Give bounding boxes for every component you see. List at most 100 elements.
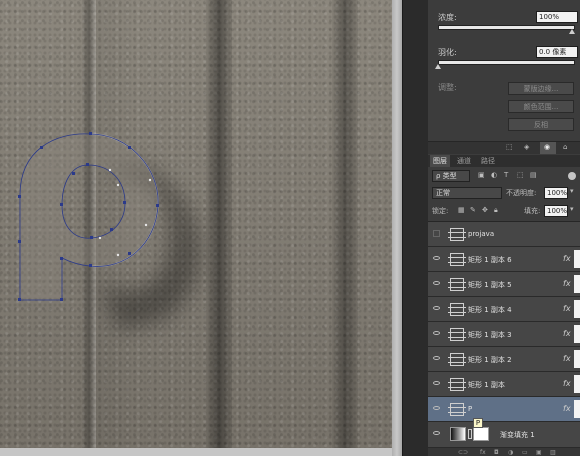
eye-icon[interactable]: [433, 406, 440, 410]
layer-row[interactable]: 矩形 1 副本 3 fx: [428, 322, 580, 347]
color-range-button[interactable]: 颜色范围...: [508, 100, 574, 113]
pixel-filter-icon[interactable]: ▣: [478, 171, 485, 179]
shape-layer-thumbnail: [448, 328, 466, 341]
eye-icon[interactable]: [433, 331, 440, 335]
collapsed-panel-strip[interactable]: [402, 0, 429, 456]
filter-toggle-icon[interactable]: [568, 172, 576, 180]
shape-layer-thumbnail: [448, 228, 466, 241]
visibility-off-icon[interactable]: [433, 230, 440, 237]
adjustment-layer-icon[interactable]: ◑: [508, 449, 513, 456]
mask-thumbnail[interactable]: [473, 427, 489, 441]
fx-icon[interactable]: fx: [563, 354, 571, 363]
density-label: 浓度:: [438, 13, 457, 22]
feather-slider[interactable]: [438, 60, 575, 65]
eye-icon[interactable]: [433, 356, 440, 360]
layer-name: 渐变填充 1: [500, 431, 535, 439]
density-field[interactable]: 100%: [536, 11, 578, 23]
shape-filter-icon[interactable]: ⬚: [517, 171, 524, 179]
letter-p-artwork: [18, 132, 199, 330]
layer-name: 矩形 1 副本 5: [468, 281, 512, 289]
eye-icon[interactable]: [433, 306, 440, 310]
layer-row[interactable]: 矩形 1 副本 5 fx: [428, 272, 580, 297]
trash-icon[interactable]: ▥: [550, 449, 556, 456]
eye-icon[interactable]: [433, 256, 440, 260]
fx-icon[interactable]: fx: [563, 279, 571, 288]
layer-row[interactable]: 矩形 1 副本 2 fx: [428, 347, 580, 372]
layer-row[interactable]: 矩形 1 副本 fx: [428, 372, 580, 397]
adjustment-filter-icon[interactable]: ◐: [491, 171, 497, 179]
apply-mask-icon[interactable]: ◈: [524, 143, 529, 151]
layer-row-projava[interactable]: projava: [428, 222, 580, 247]
shape-layer-thumbnail: [448, 378, 466, 391]
opacity-label: 不透明度:: [506, 189, 537, 197]
layers-panel-tabs: 图层 通道 路径: [428, 155, 580, 167]
density-slider[interactable]: [438, 25, 575, 30]
visibility-toggle-icon[interactable]: ◉: [540, 142, 556, 154]
fx-icon[interactable]: fx: [563, 379, 571, 388]
shape-layer-thumbnail: [448, 253, 466, 266]
expand-effects-icon[interactable]: [574, 325, 580, 343]
eye-icon[interactable]: [433, 431, 440, 435]
blend-mode-select[interactable]: 正常: [432, 187, 502, 199]
eye-icon[interactable]: [433, 281, 440, 285]
expand-effects-icon[interactable]: [574, 400, 580, 418]
new-group-icon[interactable]: ▭: [522, 449, 528, 456]
fill-field[interactable]: 100%: [544, 205, 568, 217]
fx-icon[interactable]: fx: [563, 304, 571, 313]
layer-row-selected[interactable]: P fx: [428, 397, 580, 422]
tab-paths[interactable]: 路径: [478, 155, 498, 167]
fill-label: 填充:: [524, 207, 541, 215]
properties-bottom-bar: ⬚ ◈ ◉ ⌂: [428, 142, 580, 154]
tooltip: P: [473, 418, 483, 428]
right-panel: 浓度: 100% 羽化: 0.0 像素 调整: 蒙版边缘... 颜色范围... …: [428, 0, 580, 456]
fx-icon[interactable]: fx: [563, 404, 571, 413]
shape-layer-thumbnail: [448, 353, 466, 366]
link-icon[interactable]: [468, 429, 472, 439]
new-layer-icon[interactable]: ▣: [536, 449, 542, 456]
expand-effects-icon[interactable]: [574, 250, 580, 268]
opacity-field[interactable]: 100%: [544, 187, 568, 199]
opacity-arrow-icon[interactable]: ▾: [570, 187, 574, 195]
lock-transparent-icon[interactable]: ▦: [458, 206, 465, 214]
link-layers-icon[interactable]: ⊂⊃: [458, 449, 468, 456]
delete-mask-icon[interactable]: ⌂: [563, 143, 567, 151]
invert-button[interactable]: 反相: [508, 118, 574, 131]
type-filter-icon[interactable]: T: [504, 171, 508, 179]
layer-name: 矩形 1 副本 6: [468, 256, 512, 264]
expand-effects-icon[interactable]: [574, 275, 580, 293]
feather-slider-thumb[interactable]: [435, 64, 441, 69]
lock-image-icon[interactable]: ✎: [470, 206, 476, 214]
lock-all-icon[interactable]: 🔒︎: [494, 206, 498, 215]
fx-icon[interactable]: fx: [563, 254, 571, 263]
shape-layer-thumbnail: [448, 278, 466, 291]
horizontal-scrollbar[interactable]: [0, 448, 392, 456]
tab-channels[interactable]: 通道: [454, 155, 474, 167]
expand-effects-icon[interactable]: [574, 350, 580, 368]
fx-icon[interactable]: fx: [563, 329, 571, 338]
expand-effects-icon[interactable]: [574, 375, 580, 393]
add-mask-icon[interactable]: ◘: [494, 449, 499, 456]
feather-label: 羽化:: [438, 48, 457, 57]
smart-object-filter-icon[interactable]: ▤: [530, 171, 537, 179]
layer-row[interactable]: 矩形 1 副本 4 fx: [428, 297, 580, 322]
vertical-scrollbar[interactable]: [392, 0, 402, 456]
lock-label: 锁定:: [432, 207, 449, 215]
lock-position-icon[interactable]: ✥: [482, 206, 488, 214]
layer-row[interactable]: 矩形 1 副本 6 fx: [428, 247, 580, 272]
eye-icon[interactable]: [433, 381, 440, 385]
kind-filter-select[interactable]: ρ 类型: [432, 170, 470, 182]
layer-name: 矩形 1 副本 2: [468, 356, 512, 364]
feather-field[interactable]: 0.0 像素: [536, 46, 578, 58]
expand-effects-icon[interactable]: [574, 300, 580, 318]
density-slider-thumb[interactable]: [569, 29, 575, 34]
tab-layers[interactable]: 图层: [430, 155, 450, 167]
document-canvas[interactable]: [0, 0, 392, 456]
fill-arrow-icon[interactable]: ▾: [570, 205, 574, 213]
adjust-label: 调整:: [438, 83, 457, 92]
shape-layer-thumbnail: [448, 303, 466, 316]
add-style-icon[interactable]: fx: [480, 449, 486, 456]
layer-row[interactable]: 渐变填充 1: [428, 422, 580, 448]
layer-name: projava: [468, 230, 495, 238]
mask-edge-button[interactable]: 蒙版边缘...: [508, 82, 574, 95]
selection-icon[interactable]: ⬚: [506, 143, 513, 151]
